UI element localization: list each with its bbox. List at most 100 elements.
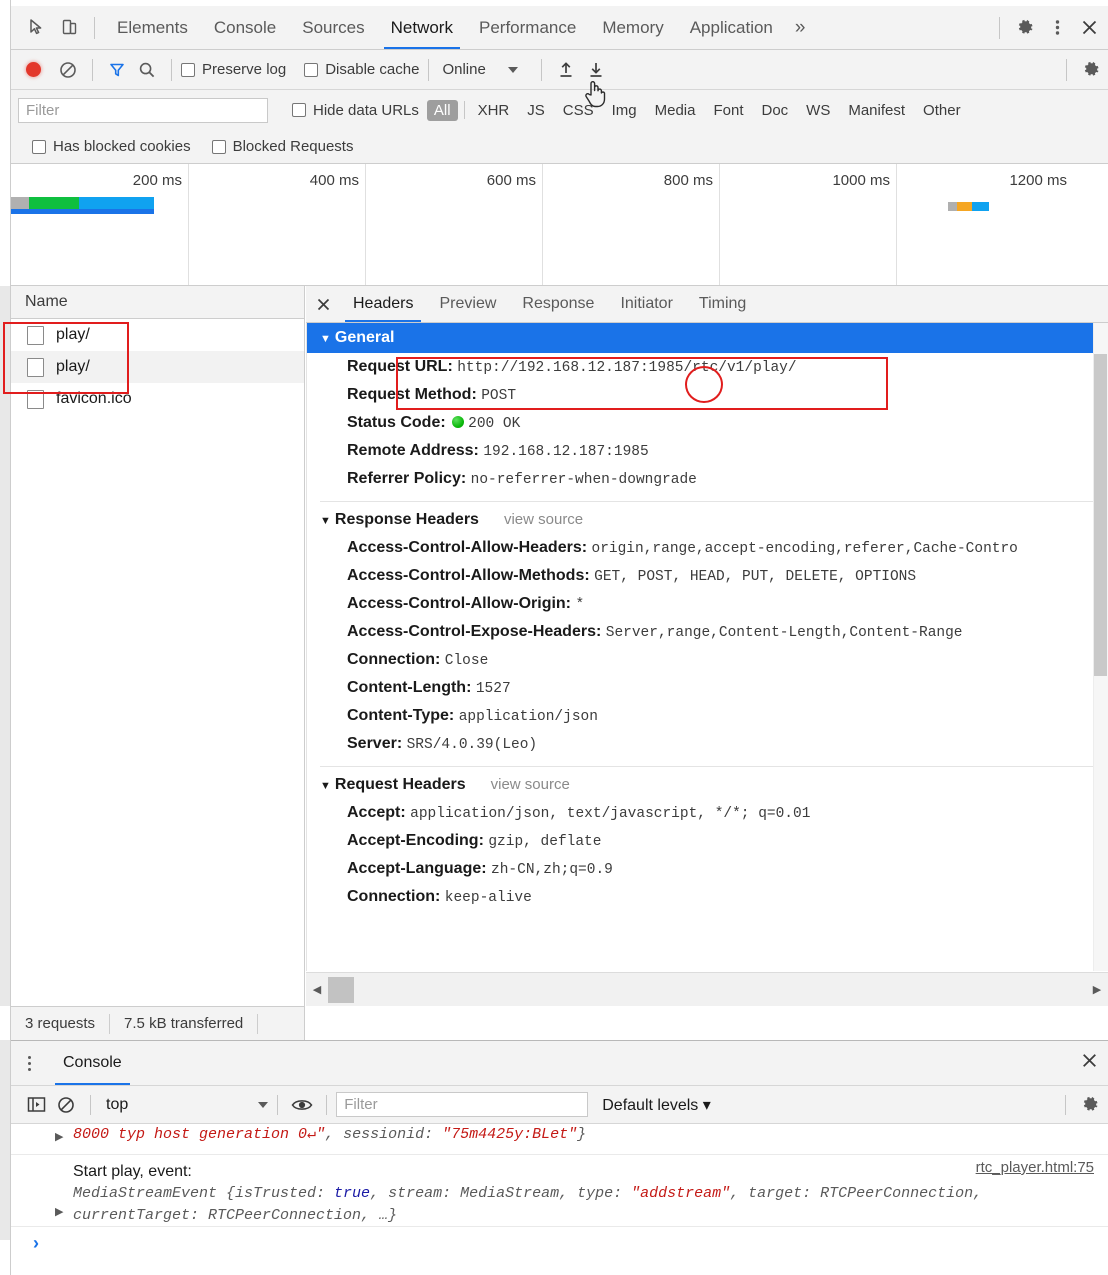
requests-column-header[interactable]: Name (11, 286, 304, 319)
throttle-select-value[interactable]: Online (442, 61, 485, 78)
request-name: favicon.ico (56, 390, 132, 407)
detail-vertical-scrollbar[interactable] (1093, 323, 1108, 971)
section-response-headers[interactable]: ▼ Response Headers view source (307, 502, 1108, 534)
show-console-sidebar-icon[interactable] (21, 1090, 51, 1120)
tab-console[interactable]: Console (47, 1041, 138, 1085)
tab-elements[interactable]: Elements (104, 6, 201, 49)
type-filter-doc[interactable]: Doc (754, 100, 795, 121)
tab-sources[interactable]: Sources (289, 6, 377, 49)
more-tabs-chevron-icon[interactable]: » (786, 6, 815, 49)
request-header-row: Connection: keep-alive (307, 883, 1108, 911)
download-har-icon[interactable] (581, 55, 611, 85)
source-link[interactable]: rtc_player.html:75 (976, 1159, 1094, 1176)
has-blocked-cookies-checkbox[interactable]: Has blocked cookies (32, 138, 191, 155)
tab-console[interactable]: Console (201, 6, 289, 49)
console-levels-selector[interactable]: Default levels ▾ (602, 1095, 711, 1115)
expand-triangle-icon[interactable]: ▶ (55, 1130, 67, 1143)
eye-icon[interactable] (287, 1090, 317, 1120)
field-value: SRS/4.0.39(Leo) (406, 737, 538, 753)
field-value: 192.168.12.187:1985 (483, 444, 649, 460)
tab-initiator[interactable]: Initiator (607, 286, 685, 322)
console-prompt[interactable]: › (11, 1227, 1108, 1261)
tab-memory[interactable]: Memory (589, 6, 676, 49)
tab-network[interactable]: Network (378, 6, 466, 49)
line-segment: "75m4425y:BLet" (442, 1126, 578, 1143)
hide-data-urls-checkbox[interactable]: Hide data URLs (292, 102, 419, 119)
tab-headers[interactable]: Headers (340, 286, 426, 322)
close-icon[interactable] (1073, 12, 1105, 44)
scroll-left-icon[interactable]: ◀ (306, 983, 328, 996)
type-filter-other[interactable]: Other (916, 100, 968, 121)
tab-preview[interactable]: Preview (426, 286, 509, 322)
close-icon[interactable] (1082, 1053, 1097, 1073)
console-context-selector[interactable]: top (106, 1096, 128, 1114)
view-source-link[interactable]: view source (491, 776, 570, 793)
tab-performance[interactable]: Performance (466, 6, 589, 49)
field-key: Referrer Policy: (347, 470, 467, 487)
console-filter-input[interactable]: Filter (336, 1092, 589, 1117)
clear-console-icon[interactable] (51, 1090, 81, 1120)
toolbar-divider (326, 1094, 328, 1115)
type-filter-xhr[interactable]: XHR (471, 100, 517, 121)
tab-application[interactable]: Application (677, 6, 786, 49)
type-filter-js[interactable]: JS (520, 100, 552, 121)
kebab-icon[interactable] (11, 1041, 47, 1085)
overview-tick (719, 164, 720, 285)
overview-tick-label: 400 ms (309, 172, 359, 189)
toolbar-divider (428, 58, 430, 81)
chevron-down-icon[interactable] (258, 1101, 269, 1108)
preserve-log-checkbox[interactable]: Preserve log (181, 61, 286, 78)
gear-icon[interactable] (1075, 1090, 1105, 1120)
type-filter-css[interactable]: CSS (556, 100, 601, 121)
funnel-icon[interactable] (102, 55, 132, 85)
field-value: origin,range,accept-encoding,referer,Cac… (591, 541, 1018, 557)
section-title: Response Headers (334, 511, 479, 528)
type-filter-font[interactable]: Font (706, 100, 750, 121)
console-message[interactable]: ▶ {code: 0, server: 577700, sdp: "v=0↵o=… (11, 1124, 1108, 1155)
edge-strip-segment (0, 286, 10, 1006)
clear-icon[interactable] (53, 55, 83, 85)
disable-cache-checkbox[interactable]: Disable cache (304, 61, 419, 78)
table-row[interactable]: play/ (11, 351, 304, 383)
toolbar-divider (999, 16, 1000, 39)
scrollbar-thumb[interactable] (1094, 354, 1107, 676)
chevron-down-icon[interactable] (507, 66, 518, 73)
scroll-right-icon[interactable]: ▶ (1086, 983, 1108, 996)
document-icon (27, 325, 44, 345)
record-button[interactable] (26, 62, 41, 77)
gear-icon[interactable] (1009, 12, 1041, 44)
field-key: Status Code: (347, 414, 446, 431)
field-key: Connection: (347, 888, 441, 905)
type-filter-media[interactable]: Media (648, 100, 703, 121)
prompt-chevron-icon: › (33, 1233, 39, 1253)
type-filter-all[interactable]: All (426, 99, 458, 121)
console-message[interactable]: ▶ Start play, event: rtc_player.html:75 … (11, 1155, 1108, 1227)
section-request-headers[interactable]: ▼ Request Headers view source (307, 767, 1108, 799)
upload-har-icon[interactable] (551, 55, 581, 85)
kebab-icon[interactable] (1041, 12, 1073, 44)
tab-response[interactable]: Response (509, 286, 607, 322)
network-overview-timeline[interactable]: 200 ms 400 ms 600 ms 800 ms 1000 ms 1200… (11, 164, 1108, 286)
table-row[interactable]: play/ (11, 319, 304, 351)
section-general[interactable]: ▼ General (307, 323, 1108, 353)
field-value: no-referrer-when-downgrade (470, 472, 697, 488)
type-filter-ws[interactable]: WS (799, 100, 837, 121)
type-filter-img[interactable]: Img (605, 100, 644, 121)
section-title: Request Headers (334, 776, 466, 793)
inspect-element-icon[interactable] (21, 12, 53, 44)
console-output[interactable]: ▶ {code: 0, server: 577700, sdp: "v=0↵o=… (11, 1124, 1108, 1275)
scrollbar-thumb[interactable] (328, 976, 354, 1003)
view-source-link[interactable]: view source (504, 511, 583, 528)
close-icon[interactable] (306, 286, 340, 322)
expand-triangle-icon[interactable]: ▶ (55, 1205, 67, 1218)
table-row[interactable]: favicon.ico (11, 383, 304, 415)
device-toolbar-icon[interactable] (53, 12, 85, 44)
response-header-row: Access-Control-Allow-Methods: GET, POST,… (307, 562, 1108, 590)
tab-timing[interactable]: Timing (686, 286, 759, 322)
gear-icon[interactable] (1076, 55, 1106, 85)
search-icon[interactable] (132, 55, 162, 85)
type-filter-manifest[interactable]: Manifest (841, 100, 912, 121)
detail-horizontal-scrollbar[interactable]: ◀ ▶ (306, 972, 1108, 1006)
filter-input[interactable]: Filter (18, 97, 268, 123)
blocked-requests-checkbox[interactable]: Blocked Requests (211, 138, 353, 155)
